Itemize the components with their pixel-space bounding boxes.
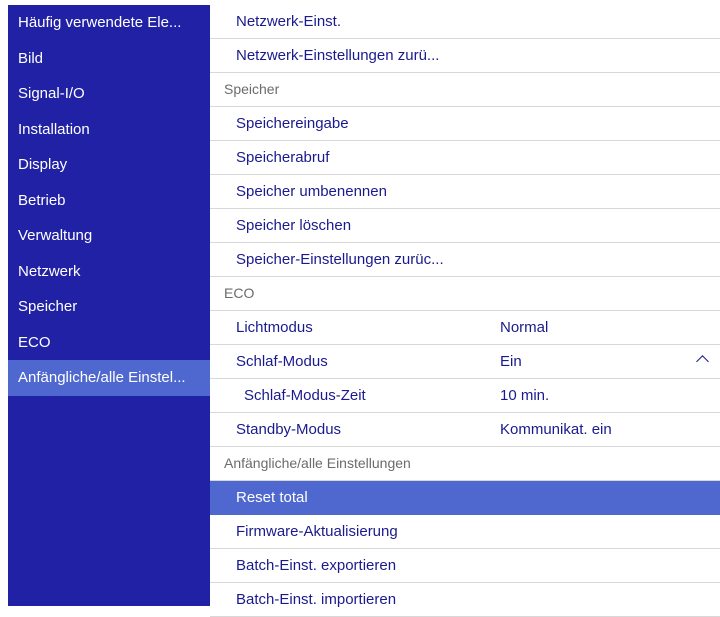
sidebar-item-verwaltung[interactable]: Verwaltung bbox=[8, 218, 210, 254]
sidebar-item-label: ECO bbox=[18, 333, 51, 351]
menu-item-label: Speicherabruf bbox=[236, 149, 330, 166]
sidebar-item-label: Speicher bbox=[18, 298, 78, 315]
settings-menu-screen: Häufig verwendete Ele... Bild Signal-I/O… bbox=[0, 0, 720, 617]
sidebar-item-betrieb[interactable]: Betrieb bbox=[8, 183, 210, 219]
sidebar-item-label: Display bbox=[18, 156, 68, 173]
menu-item-firmware-aktualisierung[interactable]: Firmware-Aktualisierung bbox=[210, 515, 720, 549]
setting-schlaf-modus[interactable]: Schlaf-Modus Ein bbox=[210, 345, 720, 379]
chevron-up-icon[interactable] bbox=[696, 355, 709, 368]
menu-item-netzwerk-einst[interactable]: Netzwerk-Einst. bbox=[210, 5, 720, 39]
sidebar-item-label: Signal-I/O bbox=[18, 85, 85, 102]
sidebar-item-display[interactable]: Display bbox=[8, 147, 210, 183]
setting-label: Lichtmodus bbox=[236, 319, 313, 336]
section-header-eco: ECO bbox=[210, 277, 720, 311]
section-header-speicher: Speicher bbox=[210, 73, 720, 107]
sidebar-item-netzwerk[interactable]: Netzwerk bbox=[8, 254, 210, 290]
setting-value: Kommunikat. ein bbox=[500, 421, 612, 438]
sidebar-item-speicher[interactable]: Speicher bbox=[8, 289, 210, 325]
setting-standby-modus[interactable]: Standby-Modus Kommunikat. ein bbox=[210, 413, 720, 447]
menu-item-label: Batch-Einst. exportieren bbox=[236, 557, 397, 574]
settings-panel: Netzwerk-Einst. Netzwerk-Einstellungen z… bbox=[210, 5, 720, 617]
sidebar-item-label: Häufig verwendete Ele... bbox=[18, 14, 182, 31]
menu-item-speicher-reset[interactable]: Speicher-Einstellungen zurüc... bbox=[210, 243, 720, 277]
sidebar-item-label: Netzwerk bbox=[18, 262, 81, 280]
menu-item-label: Netzwerk-Einstellungen zurü... bbox=[236, 47, 440, 64]
menu-item-speichereingabe[interactable]: Speichereingabe bbox=[210, 107, 720, 141]
menu-item-speicher-umbenennen[interactable]: Speicher umbenennen bbox=[210, 175, 720, 209]
sidebar-item-label: Verwaltung bbox=[18, 227, 93, 244]
menu-item-label: Firmware-Aktualisierung bbox=[236, 523, 398, 540]
menu-item-speicher-loeschen[interactable]: Speicher löschen bbox=[210, 209, 720, 243]
sidebar-item-haeufig[interactable]: Häufig verwendete Ele... bbox=[8, 5, 210, 41]
menu-item-label: Speichereingabe bbox=[236, 115, 349, 132]
sidebar-item-label: Installation bbox=[18, 120, 90, 138]
menu-item-label: Reset total bbox=[236, 489, 308, 506]
menu-item-batch-exportieren[interactable]: Batch-Einst. exportieren bbox=[210, 549, 720, 583]
menu-item-speicherabruf[interactable]: Speicherabruf bbox=[210, 141, 720, 175]
menu-item-label: Netzwerk-Einst. bbox=[236, 13, 342, 30]
menu-item-label: Speicher-Einstellungen zurüc... bbox=[236, 251, 444, 268]
menu-item-batch-importieren[interactable]: Batch-Einst. importieren bbox=[210, 583, 720, 617]
section-header-anfaengliche-einstellungen: Anfängliche/alle Einstellungen bbox=[210, 447, 720, 481]
menu-item-label: Speicher löschen bbox=[236, 217, 352, 234]
section-title: Anfängliche/alle Einstellungen bbox=[224, 455, 411, 471]
section-title: Speicher bbox=[224, 81, 280, 97]
sidebar-item-label: Betrieb bbox=[18, 191, 66, 209]
menu-item-netzwerk-reset[interactable]: Netzwerk-Einstellungen zurü... bbox=[210, 39, 720, 73]
sidebar-item-signal-io[interactable]: Signal-I/O bbox=[8, 76, 210, 112]
sidebar-item-label: Anfängliche/alle Einstel... bbox=[18, 369, 186, 386]
section-title: ECO bbox=[224, 285, 255, 301]
setting-value: Ein bbox=[500, 353, 522, 370]
setting-label: Schlaf-Modus bbox=[236, 353, 328, 370]
setting-schlaf-modus-zeit[interactable]: Schlaf-Modus-Zeit 10 min. bbox=[210, 379, 720, 413]
setting-label: Standby-Modus bbox=[236, 421, 342, 438]
sidebar-item-installation[interactable]: Installation bbox=[8, 112, 210, 148]
setting-label: Schlaf-Modus-Zeit bbox=[244, 387, 366, 404]
setting-lichtmodus[interactable]: Lichtmodus Normal bbox=[210, 311, 720, 345]
sidebar-menu: Häufig verwendete Ele... Bild Signal-I/O… bbox=[8, 5, 210, 606]
sidebar-item-anfaengliche-einstellungen[interactable]: Anfängliche/alle Einstel... bbox=[8, 360, 210, 396]
sidebar-item-bild[interactable]: Bild bbox=[8, 41, 210, 77]
setting-value: Normal bbox=[500, 319, 549, 336]
sidebar-item-eco[interactable]: ECO bbox=[8, 325, 210, 361]
menu-item-reset-total[interactable]: Reset total bbox=[210, 481, 720, 515]
menu-item-label: Speicher umbenennen bbox=[236, 183, 387, 200]
sidebar-item-label: Bild bbox=[18, 49, 44, 67]
menu-item-label: Batch-Einst. importieren bbox=[236, 591, 397, 608]
setting-value: 10 min. bbox=[500, 387, 550, 404]
